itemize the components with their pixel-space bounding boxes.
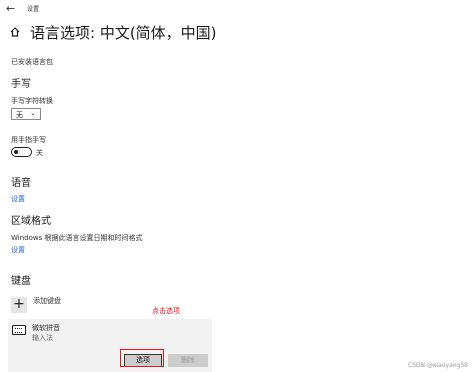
add-keyboard-label[interactable]: 添加键盘 — [33, 296, 61, 306]
region-format-heading: 区域格式 — [11, 216, 51, 227]
keyboard-item-type: 输入法 — [32, 334, 53, 342]
dropdown-value: 无 — [16, 111, 23, 119]
keyboard-icon — [12, 325, 26, 335]
keyboard-heading: 键盘 — [11, 276, 31, 287]
keyboard-item-name: 微软拼音 — [32, 324, 60, 332]
back-button[interactable]: ← — [6, 2, 15, 15]
chevron-down-icon: ⌄ — [30, 109, 36, 117]
speech-heading: 语音 — [11, 178, 31, 189]
annotation-highlight-box — [120, 349, 164, 367]
annotation-text: 点击选项 — [152, 307, 180, 315]
region-format-description: Windows 根据此语言设置日期和时间格式 — [11, 234, 143, 242]
home-icon[interactable] — [10, 27, 20, 37]
region-settings-link[interactable]: 设置 — [11, 245, 25, 255]
page-title: 语言选项: 中文(简体，中国) — [30, 24, 217, 42]
finger-handwriting-label: 用手指手写 — [11, 136, 46, 144]
handwriting-conversion-dropdown[interactable]: 无 ⌄ — [11, 108, 41, 120]
delete-button[interactable]: 删除 — [168, 354, 208, 367]
window-title: 设置 — [27, 6, 40, 13]
add-keyboard-button[interactable]: + — [11, 297, 27, 313]
finger-handwriting-toggle[interactable] — [11, 147, 32, 157]
speech-settings-link[interactable]: 设置 — [11, 194, 25, 204]
watermark: CSDN @xiaoyang58 — [407, 362, 468, 369]
handwriting-heading: 手写 — [11, 79, 31, 90]
toggle-state-label: 关 — [36, 149, 43, 157]
handwriting-conversion-label: 手写字符转换 — [11, 97, 53, 105]
installed-language-pack-text: 已安装语言包 — [11, 58, 53, 66]
toggle-knob — [14, 149, 18, 154]
